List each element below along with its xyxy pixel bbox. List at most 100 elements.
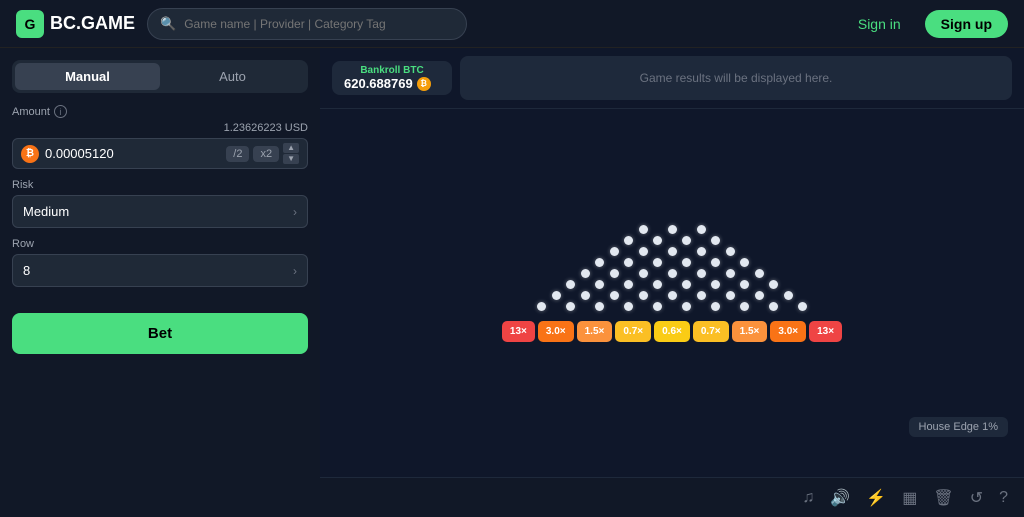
input-controls: /2 x2 ▲ ▼ [226,143,299,164]
peg [624,302,633,311]
logo-icon: G [16,10,44,38]
peg [682,280,691,289]
peg [653,302,662,311]
peg-row-5 [571,269,774,278]
peg [653,280,662,289]
peg [784,291,793,300]
amount-info-icon[interactable]: i [54,105,67,118]
peg [639,247,648,256]
peg [595,258,604,267]
peg [711,258,720,267]
plinko-container: 13×3.0×1.5×0.7×0.6×0.7×1.5×3.0×13× [502,225,842,342]
left-panel: Manual Auto Amount i 1.23626223 USD ₿ 0.… [0,48,320,517]
risk-label: Risk [12,179,308,191]
peg [610,269,619,278]
peg [697,291,706,300]
peg [682,302,691,311]
peg [726,291,735,300]
peg-row-6 [556,280,788,289]
peg-row-3 [600,247,745,256]
row-select[interactable]: 8 › [12,254,308,287]
peg [639,225,648,234]
row-chevron-icon: › [293,264,297,278]
signin-button[interactable]: Sign in [846,10,913,38]
peg [697,269,706,278]
trash-icon[interactable]: 🗑 [933,488,953,508]
lightning-icon[interactable]: ⚡ [866,488,886,508]
multiplier-box: 1.5× [732,321,768,342]
multipliers-row: 13×3.0×1.5×0.7×0.6×0.7×1.5×3.0×13× [502,321,842,342]
music-icon[interactable]: ♫ [802,489,814,507]
peg [769,302,778,311]
multiply-button[interactable]: x2 [253,146,279,162]
multiplier-box: 13× [502,321,535,342]
logo: G BC.GAME [16,10,135,38]
peg [566,302,575,311]
peg-row-2 [614,236,730,245]
peg [682,258,691,267]
bankroll-label: Bankroll BTC [344,65,440,76]
row-label: Row [12,238,308,250]
btc-icon: ₿ [21,145,39,163]
bankroll-box: Bankroll BTC 620.688769 ₿ [332,61,452,95]
peg [624,280,633,289]
row-row: Row 8 › [12,238,308,287]
results-bar: Game results will be displayed here. [460,56,1012,100]
peg-row-7 [542,291,803,300]
spin-up-button[interactable]: ▲ [283,143,299,153]
peg [769,280,778,289]
peg [668,269,677,278]
header: G BC.GAME 🔍 Sign in Sign up [0,0,1024,48]
peg [624,258,633,267]
multiplier-box: 3.0× [770,321,806,342]
peg [639,269,648,278]
peg [668,291,677,300]
spin-buttons: ▲ ▼ [283,143,299,164]
peg [755,291,764,300]
risk-chevron-icon: › [293,205,297,219]
signup-button[interactable]: Sign up [925,10,1008,38]
peg-row-8 [527,302,817,311]
peg [726,269,735,278]
peg [740,258,749,267]
risk-select[interactable]: Medium › [12,195,308,228]
peg-row-1 [629,225,716,234]
search-input[interactable] [184,17,454,31]
bottom-toolbar: ♫ 🔊 ⚡ ▦ 🗑 ↺ ? [320,477,1024,517]
spin-down-button[interactable]: ▼ [283,154,299,164]
peg [697,247,706,256]
bet-button[interactable]: Bet [12,313,308,354]
main-layout: Manual Auto Amount i 1.23626223 USD ₿ 0.… [0,48,1024,517]
peg [581,269,590,278]
divide-button[interactable]: /2 [226,146,249,162]
peg [726,247,735,256]
peg [668,247,677,256]
peg [668,225,677,234]
right-panel: Bankroll BTC 620.688769 ₿ Game results w… [320,48,1024,517]
refresh-icon[interactable]: ↺ [970,488,983,508]
peg [711,302,720,311]
peg [595,302,604,311]
tab-manual[interactable]: Manual [15,63,160,90]
risk-value: Medium [23,204,69,219]
game-topbar: Bankroll BTC 620.688769 ₿ Game results w… [320,48,1024,109]
search-bar[interactable]: 🔍 [147,8,467,40]
peg [581,291,590,300]
house-edge: House Edge 1% [909,417,1009,437]
multiplier-box: 13× [809,321,842,342]
peg [711,236,720,245]
amount-label: Amount i [12,105,308,118]
multiplier-box: 1.5× [577,321,613,342]
sound-icon[interactable]: 🔊 [830,488,850,508]
search-icon: 🔍 [160,16,176,32]
grid-icon[interactable]: ▦ [902,488,917,508]
bankroll-value: 620.688769 ₿ [344,76,440,91]
row-value: 8 [23,263,30,278]
peg-row-4 [585,258,759,267]
help-icon[interactable]: ? [999,489,1008,507]
bankroll-coin-icon: ₿ [417,77,431,91]
tab-auto[interactable]: Auto [160,63,305,90]
multiplier-box: 3.0× [538,321,574,342]
peg [610,291,619,300]
peg [566,280,575,289]
